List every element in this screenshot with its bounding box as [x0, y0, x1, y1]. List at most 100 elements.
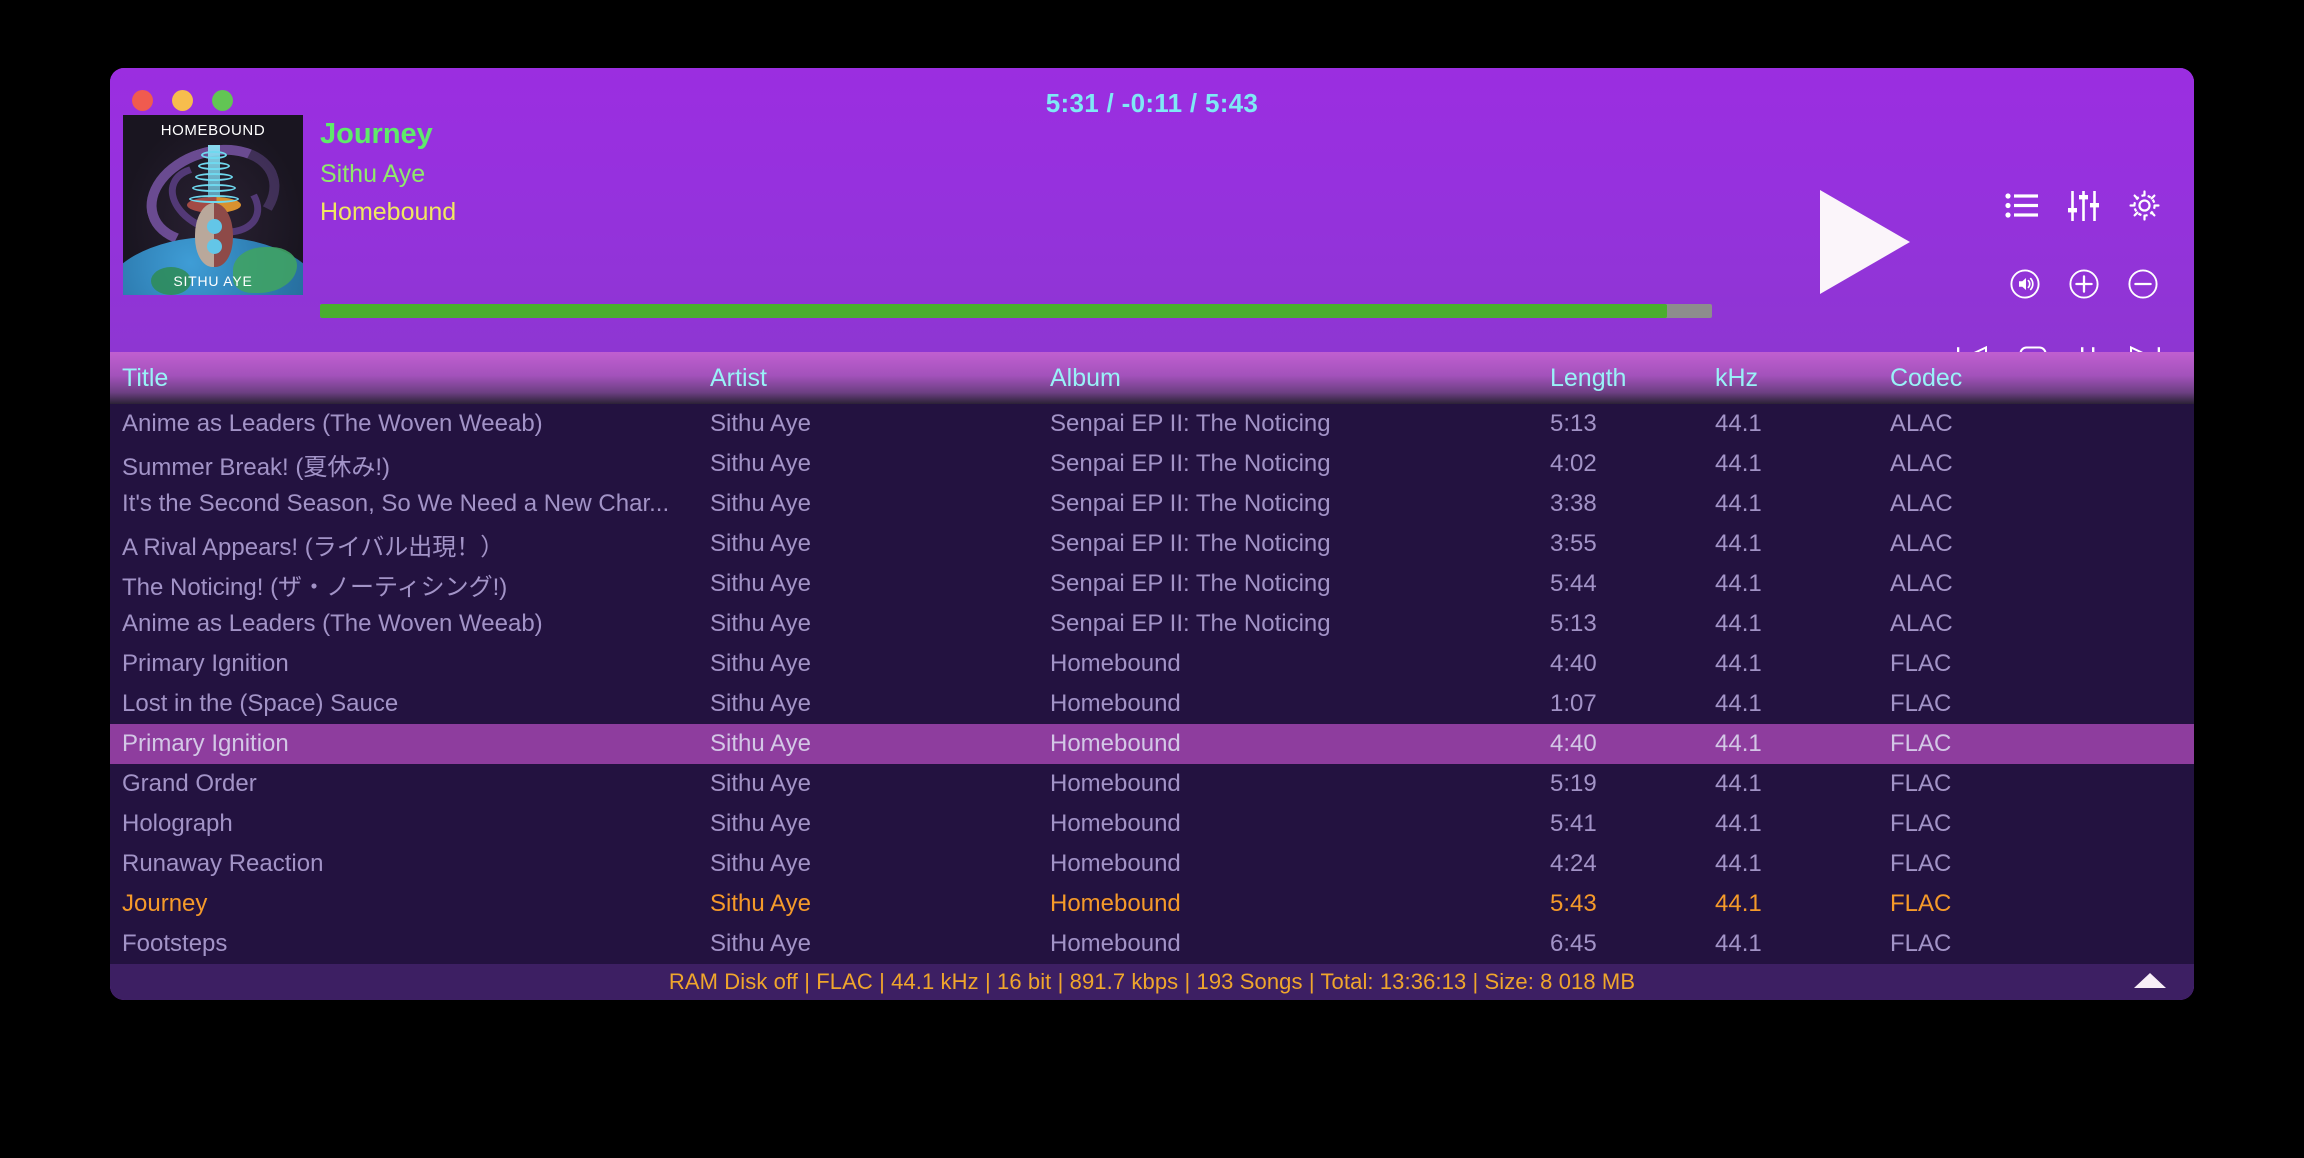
- play-icon[interactable]: [1820, 190, 1910, 294]
- table-row[interactable]: It's the Second Season, So We Need a New…: [110, 484, 2194, 524]
- column-header-title[interactable]: Title: [110, 364, 710, 393]
- cell-length: 5:19: [1550, 770, 1715, 798]
- cell-album: Homebound: [1050, 650, 1550, 678]
- cell-khz: 44.1: [1715, 930, 1890, 958]
- cell-codec: FLAC: [1890, 930, 2090, 958]
- column-header-album[interactable]: Album: [1050, 364, 1550, 393]
- album-art[interactable]: HOMEBOUND SITHU AYE: [123, 115, 303, 295]
- cell-codec: FLAC: [1890, 770, 2090, 798]
- cell-title: Holograph: [110, 810, 710, 838]
- cell-artist: Sithu Aye: [710, 810, 1050, 838]
- cell-album: Homebound: [1050, 730, 1550, 758]
- column-header-artist[interactable]: Artist: [710, 364, 1050, 393]
- cell-khz: 44.1: [1715, 570, 1890, 598]
- cell-artist: Sithu Aye: [710, 650, 1050, 678]
- table-row[interactable]: Runaway ReactionSithu AyeHomebound4:2444…: [110, 844, 2194, 884]
- table-row[interactable]: Anime as Leaders (The Woven Weeab)Sithu …: [110, 404, 2194, 444]
- now-playing-info: Journey Sithu Aye Homebound: [320, 118, 1620, 227]
- cell-khz: 44.1: [1715, 810, 1890, 838]
- cell-codec: ALAC: [1890, 610, 2090, 638]
- table-row[interactable]: Lost in the (Space) SauceSithu AyeHomebo…: [110, 684, 2194, 724]
- cell-codec: FLAC: [1890, 850, 2090, 878]
- cell-title: Anime as Leaders (The Woven Weeab): [110, 610, 710, 638]
- cell-codec: ALAC: [1890, 450, 2090, 478]
- cell-length: 4:40: [1550, 730, 1715, 758]
- plus-circle-icon[interactable]: [2069, 269, 2099, 299]
- cell-length: 4:02: [1550, 450, 1715, 478]
- player-panel: 5:31 / -0:11 / 5:43 HOMEBOUND SITHU AYE …: [110, 68, 2194, 352]
- cell-artist: Sithu Aye: [710, 450, 1050, 478]
- cell-length: 4:40: [1550, 650, 1715, 678]
- table-row[interactable]: FootstepsSithu AyeHomebound6:4544.1FLAC: [110, 924, 2194, 964]
- cell-album: Homebound: [1050, 770, 1550, 798]
- album-art-porthole-1: [207, 219, 222, 234]
- now-playing-title: Journey: [320, 118, 1620, 151]
- cell-title: Anime as Leaders (The Woven Weeab): [110, 410, 710, 438]
- cell-title: Runaway Reaction: [110, 850, 710, 878]
- album-art-coil-1: [201, 151, 227, 159]
- cell-codec: FLAC: [1890, 810, 2090, 838]
- cell-album: Homebound: [1050, 690, 1550, 718]
- cell-length: 6:45: [1550, 930, 1715, 958]
- album-art-coil-2: [198, 162, 230, 170]
- album-art-artist: SITHU AYE: [123, 273, 303, 289]
- minus-circle-icon[interactable]: [2128, 269, 2158, 299]
- cell-title: Lost in the (Space) Sauce: [110, 690, 710, 718]
- cell-album: Homebound: [1050, 850, 1550, 878]
- column-header-length[interactable]: Length: [1550, 364, 1715, 393]
- track-list[interactable]: Anime as Leaders (The Woven Weeab)Sithu …: [110, 404, 2194, 964]
- cell-khz: 44.1: [1715, 690, 1890, 718]
- playback-progress-bar[interactable]: [320, 304, 1712, 318]
- cell-album: Senpai EP II: The Noticing: [1050, 570, 1550, 598]
- cell-artist: Sithu Aye: [710, 890, 1050, 918]
- table-row[interactable]: Grand OrderSithu AyeHomebound5:1944.1FLA…: [110, 764, 2194, 804]
- cell-title: A Rival Appears! (ライバル出現！）: [110, 527, 710, 562]
- caret-up-icon[interactable]: [2134, 973, 2166, 988]
- volume-icon-row: [2010, 269, 2158, 299]
- cell-artist: Sithu Aye: [710, 490, 1050, 518]
- cell-title: Primary Ignition: [110, 650, 710, 678]
- list-icon[interactable]: [2005, 192, 2038, 219]
- cell-codec: ALAC: [1890, 530, 2090, 558]
- cell-codec: ALAC: [1890, 410, 2090, 438]
- cell-album: Senpai EP II: The Noticing: [1050, 610, 1550, 638]
- cell-length: 3:55: [1550, 530, 1715, 558]
- cell-length: 5:41: [1550, 810, 1715, 838]
- album-art-title: HOMEBOUND: [123, 122, 303, 139]
- cell-khz: 44.1: [1715, 530, 1890, 558]
- table-row[interactable]: Primary IgnitionSithu AyeHomebound4:4044…: [110, 644, 2194, 684]
- now-playing-album: Homebound: [320, 198, 1620, 227]
- cell-title: It's the Second Season, So We Need a New…: [110, 490, 710, 518]
- column-header-khz[interactable]: kHz: [1715, 364, 1890, 393]
- now-playing-artist: Sithu Aye: [320, 160, 1620, 189]
- table-row[interactable]: The Noticing! (ザ・ノーティシング!)Sithu AyeSenpa…: [110, 564, 2194, 604]
- cell-album: Senpai EP II: The Noticing: [1050, 410, 1550, 438]
- column-header-codec[interactable]: Codec: [1890, 364, 2090, 393]
- table-row[interactable]: Summer Break! (夏休み!)Sithu AyeSenpai EP I…: [110, 444, 2194, 484]
- cell-album: Senpai EP II: The Noticing: [1050, 490, 1550, 518]
- cell-length: 3:38: [1550, 490, 1715, 518]
- cell-codec: FLAC: [1890, 890, 2090, 918]
- equalizer-icon[interactable]: [2068, 191, 2099, 221]
- cell-length: 5:13: [1550, 410, 1715, 438]
- cell-album: Homebound: [1050, 810, 1550, 838]
- table-row[interactable]: Anime as Leaders (The Woven Weeab)Sithu …: [110, 604, 2194, 644]
- cell-artist: Sithu Aye: [710, 530, 1050, 558]
- music-player-window: 5:31 / -0:11 / 5:43 HOMEBOUND SITHU AYE …: [110, 68, 2194, 1000]
- cell-artist: Sithu Aye: [710, 930, 1050, 958]
- cell-khz: 44.1: [1715, 850, 1890, 878]
- cell-codec: FLAC: [1890, 650, 2090, 678]
- cell-codec: ALAC: [1890, 570, 2090, 598]
- status-bar: RAM Disk off | FLAC | 44.1 kHz | 16 bit …: [110, 964, 2194, 1000]
- cell-artist: Sithu Aye: [710, 850, 1050, 878]
- table-row[interactable]: A Rival Appears! (ライバル出現！）Sithu AyeSenpa…: [110, 524, 2194, 564]
- table-row[interactable]: HolographSithu AyeHomebound5:4144.1FLAC: [110, 804, 2194, 844]
- speaker-icon[interactable]: [2010, 269, 2040, 299]
- table-row[interactable]: JourneySithu AyeHomebound5:4344.1FLAC: [110, 884, 2194, 924]
- table-row[interactable]: Primary IgnitionSithu AyeHomebound4:4044…: [110, 724, 2194, 764]
- cell-length: 4:24: [1550, 850, 1715, 878]
- cell-artist: Sithu Aye: [710, 690, 1050, 718]
- album-art-rocket: [195, 203, 233, 267]
- cell-codec: FLAC: [1890, 730, 2090, 758]
- gear-icon[interactable]: [2129, 190, 2160, 221]
